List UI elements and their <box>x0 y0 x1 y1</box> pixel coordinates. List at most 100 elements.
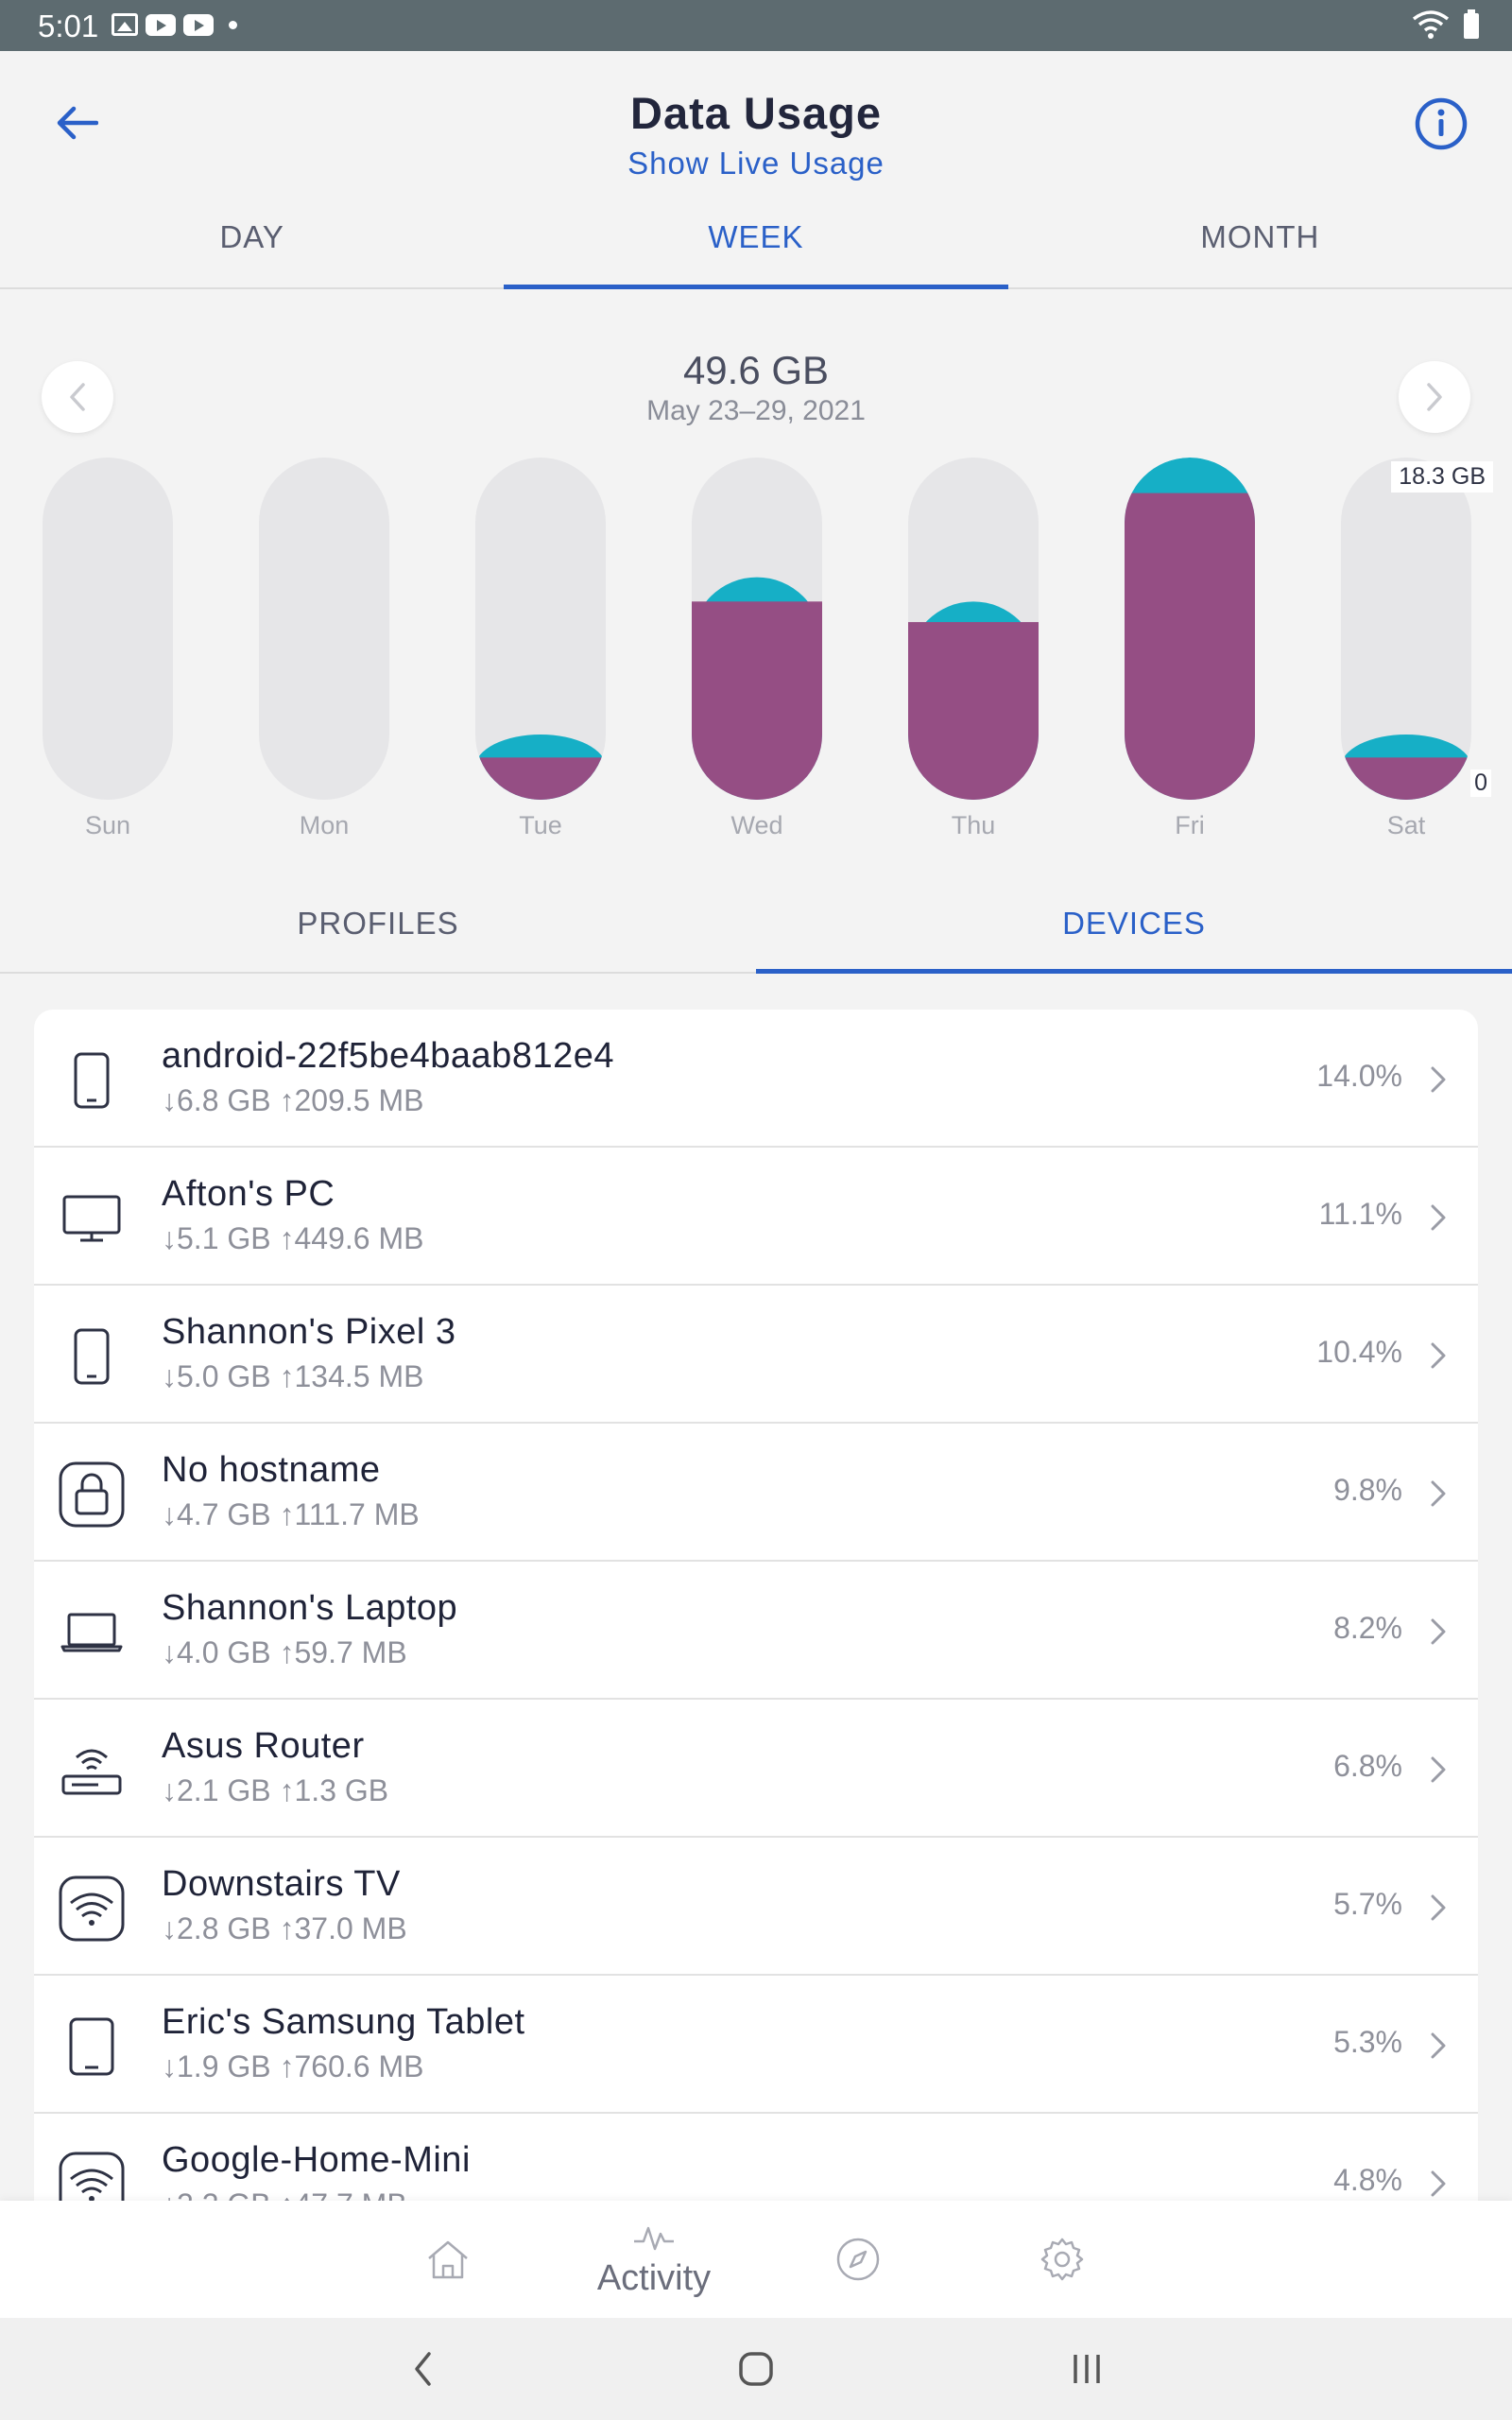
device-percent: 8.2% <box>1333 1611 1402 1645</box>
device-usage: ↓1.9 GB ↑760.6 MB <box>162 2049 424 2083</box>
device-usage: ↓2.1 GB ↑1.3 GB <box>162 1773 389 1807</box>
device-name: Afton's PC <box>162 1174 335 1214</box>
device-row[interactable]: Shannon's Laptop ↓4.0 GB ↑59.7 MB 8.2% <box>34 1562 1478 1700</box>
bar-stack <box>692 577 822 800</box>
tablet-icon <box>57 2012 127 2082</box>
tab-week[interactable]: WEEK <box>504 193 1008 289</box>
device-row[interactable]: Afton's PC ↓5.1 GB ↑449.6 MB 11.1% <box>34 1148 1478 1286</box>
phone-icon <box>57 1046 127 1115</box>
nav-explore[interactable] <box>773 2201 943 2318</box>
device-row[interactable]: No hostname ↓4.7 GB ↑111.7 MB 9.8% <box>34 1424 1478 1562</box>
chevron-right-icon <box>1431 1480 1446 1507</box>
bar-download <box>1341 757 1471 800</box>
info-icon <box>1415 97 1468 150</box>
device-percent: 9.8% <box>1333 1473 1402 1507</box>
device-usage: ↓5.0 GB ↑134.5 MB <box>162 1359 424 1393</box>
bar-stack <box>1125 458 1255 800</box>
device-row[interactable]: Eric's Samsung Tablet ↓1.9 GB ↑760.6 MB … <box>34 1976 1478 2114</box>
phone-icon <box>57 1322 127 1392</box>
activity-icon <box>634 2226 674 2250</box>
day-label: Sat <box>1386 811 1426 839</box>
chevron-left-icon <box>415 2352 431 2386</box>
device-name: Eric's Samsung Tablet <box>162 2002 525 2042</box>
device-row[interactable]: Downstairs TV ↓2.8 GB ↑37.0 MB 5.7% <box>34 1838 1478 1976</box>
total-usage: 49.6 GB <box>682 348 830 392</box>
tab-devices[interactable]: DEVICES <box>756 875 1512 974</box>
chevron-right-icon <box>1431 1756 1446 1783</box>
device-usage: ↓4.0 GB ↑59.7 MB <box>162 1635 407 1669</box>
youtube-notification-icon-2 <box>183 13 214 36</box>
bar-stack <box>908 601 1039 800</box>
bar-stack <box>475 735 606 800</box>
youtube-notification-icon <box>146 13 176 36</box>
device-name: Shannon's Pixel 3 <box>162 1312 456 1352</box>
recents-icon <box>1074 2355 1100 2383</box>
tab-profiles[interactable]: PROFILES <box>0 875 756 972</box>
chevron-right-icon <box>1431 2032 1446 2059</box>
device-row[interactable]: Asus Router ↓2.1 GB ↑1.3 GB 6.8% <box>34 1700 1478 1838</box>
group-tabs: PROFILES DEVICES <box>0 875 1512 974</box>
gallery-notification-icon <box>112 13 138 36</box>
device-percent: 5.3% <box>1333 2025 1402 2059</box>
home-circle-icon <box>739 2352 773 2386</box>
device-percent: 14.0% <box>1316 1059 1402 1093</box>
chevron-right-icon <box>1431 1618 1446 1645</box>
device-usage: ↓2.2 GB ↑47.7 MB <box>162 2187 407 2201</box>
chevron-right-icon <box>1431 1066 1446 1093</box>
bar-download <box>692 601 822 800</box>
device-name: Google-Home-Mini <box>162 2140 471 2180</box>
battery-icon <box>1464 9 1479 39</box>
usage-chart: 49.6 GB May 23–29, 2021 18.3 GB 0 Sun Mon… <box>0 289 1512 856</box>
system-recents-button[interactable] <box>1058 2341 1115 2397</box>
chevron-right-icon <box>1431 1894 1446 1921</box>
bar-download <box>908 622 1039 800</box>
day-label: Fri <box>1175 811 1205 839</box>
device-usage: ↓2.8 GB ↑37.0 MB <box>162 1911 407 1945</box>
chevron-right-icon <box>1431 1342 1446 1369</box>
bar-track <box>43 458 173 800</box>
nav-activity[interactable]: Activity <box>569 2201 739 2318</box>
desktop-icon <box>57 1184 127 1253</box>
tab-month[interactable]: MONTH <box>1008 193 1512 287</box>
lock-icon <box>57 1460 127 1530</box>
device-name: Downstairs TV <box>162 1864 401 1904</box>
tab-day[interactable]: DAY <box>0 193 504 287</box>
wifi-status-icon <box>1412 10 1450 39</box>
status-bar: 5:01 <box>0 0 1512 51</box>
gear-icon <box>1040 2238 1084 2281</box>
device-percent: 11.1% <box>1318 1197 1402 1231</box>
nav-settings[interactable] <box>977 2201 1147 2318</box>
wifi-icon <box>57 2150 127 2201</box>
laptop-icon <box>57 1598 127 1668</box>
device-percent: 4.8% <box>1333 2163 1402 2197</box>
header: Data Usage Show Live Usage <box>0 51 1512 193</box>
chevron-right-icon <box>1431 1204 1446 1231</box>
device-name: android-22f5be4baab812e4 <box>162 1036 614 1076</box>
wifi-icon <box>57 1874 127 1944</box>
day-label: Thu <box>951 811 996 839</box>
nav-home[interactable] <box>363 2201 533 2318</box>
system-back-button[interactable] <box>395 2341 452 2397</box>
chevron-right-icon <box>1431 2170 1446 2197</box>
system-navigation-bar <box>0 2318 1512 2420</box>
date-range: May 23–29, 2021 <box>646 395 866 426</box>
info-button[interactable] <box>1408 91 1474 157</box>
show-live-usage-link[interactable]: Show Live Usage <box>0 146 1512 182</box>
system-home-button[interactable] <box>728 2341 784 2397</box>
system-status-icons <box>1412 9 1480 40</box>
device-usage: ↓4.7 GB ↑111.7 MB <box>162 1497 420 1531</box>
bar-download <box>475 757 606 800</box>
device-row[interactable]: android-22f5be4baab812e4 ↓6.8 GB ↑209.5 … <box>34 1010 1478 1148</box>
device-row[interactable]: Google-Home-Mini ↓2.2 GB ↑47.7 MB 4.8% <box>34 2114 1478 2201</box>
day-label: Sun <box>84 811 131 839</box>
device-name: No hostname <box>162 1450 381 1490</box>
bar-stack <box>1341 735 1471 800</box>
day-label: Tue <box>519 811 562 839</box>
device-name: Shannon's Laptop <box>162 1588 458 1628</box>
period-tabs: DAY WEEK MONTH <box>0 193 1512 289</box>
more-notifications-icon <box>229 20 237 29</box>
device-list: android-22f5be4baab812e4 ↓6.8 GB ↑209.5 … <box>34 1010 1478 2201</box>
y-min-label: 0 <box>1470 769 1491 797</box>
device-row[interactable]: Shannon's Pixel 3 ↓5.0 GB ↑134.5 MB 10.4… <box>34 1286 1478 1424</box>
device-percent: 5.7% <box>1333 1887 1402 1921</box>
